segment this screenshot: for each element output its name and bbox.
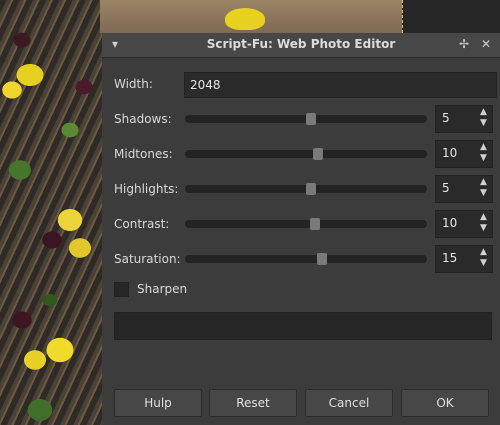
progress-bar (114, 312, 492, 340)
midtones-slider[interactable] (185, 148, 427, 160)
dialog-title: Script-Fu: Web Photo Editor (206, 37, 396, 51)
saturation-spinbox[interactable]: 15 ▲ ▼ (435, 245, 493, 273)
decrement-icon[interactable]: ▼ (480, 223, 487, 233)
midtones-label: Midtones: (114, 147, 173, 161)
script-fu-dialog: ▾ Script-Fu: Web Photo Editor ✢ ✕ Width:… (102, 33, 500, 425)
width-label: Width: (114, 77, 153, 91)
sharpen-checkbox[interactable] (114, 282, 129, 297)
saturation-slider[interactable] (185, 253, 427, 265)
increment-icon[interactable]: ▲ (480, 107, 487, 117)
shadows-value[interactable]: 5 (442, 111, 450, 125)
shadows-label: Shadows: (114, 112, 172, 126)
decrement-icon[interactable]: ▼ (480, 118, 487, 128)
saturation-slider-thumb[interactable] (317, 253, 327, 265)
width-input[interactable]: 2048 (184, 72, 497, 98)
saturation-label: Saturation: (114, 252, 181, 266)
background-flower (225, 8, 265, 30)
decrement-icon[interactable]: ▼ (480, 258, 487, 268)
reset-button[interactable]: Reset (209, 389, 297, 417)
contrast-slider[interactable] (185, 218, 427, 230)
contrast-value[interactable]: 10 (442, 216, 457, 230)
sharpen-label[interactable]: Sharpen (137, 282, 187, 296)
increment-icon[interactable]: ▲ (480, 247, 487, 257)
midtones-value[interactable]: 10 (442, 146, 457, 160)
highlights-slider[interactable] (185, 183, 427, 195)
dialog-buttons: Hulp Reset Cancel OK (102, 389, 500, 419)
decrement-icon[interactable]: ▼ (480, 188, 487, 198)
increment-icon[interactable]: ▲ (480, 212, 487, 222)
help-button[interactable]: Hulp (114, 389, 202, 417)
highlights-spinbox[interactable]: 5 ▲ ▼ (435, 175, 493, 203)
close-icon[interactable]: ✕ (481, 37, 491, 51)
dialog-titlebar[interactable]: ▾ Script-Fu: Web Photo Editor ✢ ✕ (102, 33, 500, 58)
midtones-slider-thumb[interactable] (313, 148, 323, 160)
saturation-value[interactable]: 15 (442, 251, 457, 265)
contrast-label: Contrast: (114, 217, 170, 231)
highlights-value[interactable]: 5 (442, 181, 450, 195)
shadows-slider-thumb[interactable] (306, 113, 316, 125)
contrast-spinbox[interactable]: 10 ▲ ▼ (435, 210, 493, 238)
highlights-label: Highlights: (114, 182, 179, 196)
shadows-slider[interactable] (185, 113, 427, 125)
shadows-spinbox[interactable]: 5 ▲ ▼ (435, 105, 493, 133)
increment-icon[interactable]: ▲ (480, 142, 487, 152)
cancel-button[interactable]: Cancel (305, 389, 393, 417)
ok-button[interactable]: OK (401, 389, 489, 417)
highlights-slider-thumb[interactable] (306, 183, 316, 195)
pin-icon[interactable]: ✢ (459, 37, 469, 51)
decrement-icon[interactable]: ▼ (480, 153, 487, 163)
midtones-spinbox[interactable]: 10 ▲ ▼ (435, 140, 493, 168)
contrast-slider-thumb[interactable] (310, 218, 320, 230)
increment-icon[interactable]: ▲ (480, 177, 487, 187)
canvas-selection-edge (402, 0, 500, 33)
